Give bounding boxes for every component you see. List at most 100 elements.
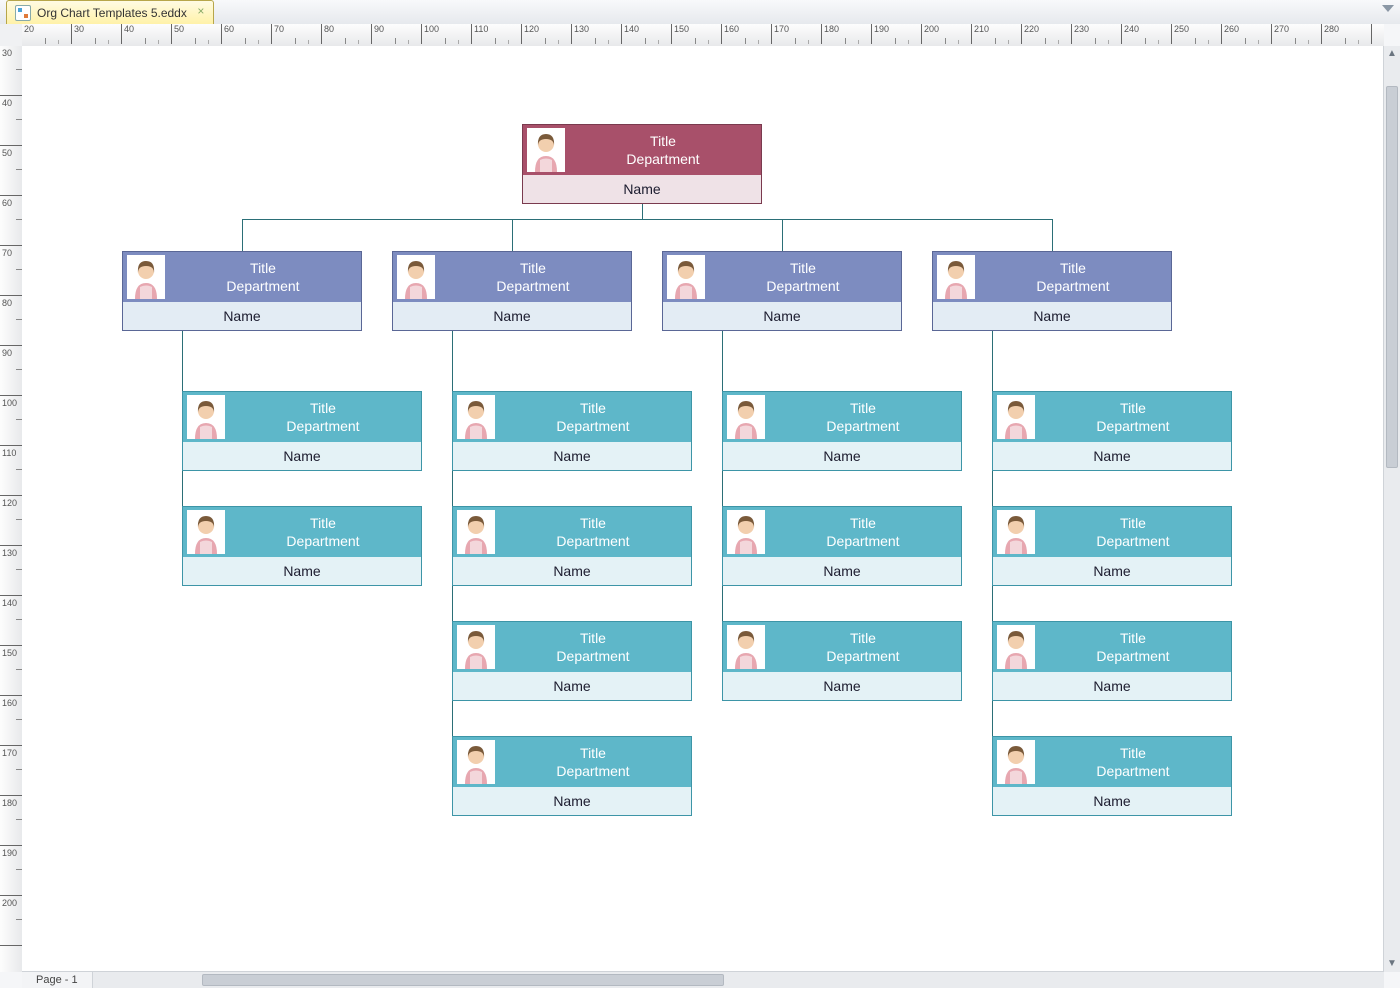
org-node-name: Name <box>393 302 631 330</box>
org-node-department: Department <box>495 762 691 780</box>
workspace: 2030405060708090100110120130140150160170… <box>0 24 1400 988</box>
org-node-title-block: TitleDepartment <box>165 259 361 295</box>
org-node-name: Name <box>453 787 691 815</box>
org-node[interactable]: TitleDepartmentName <box>992 736 1232 816</box>
canvas[interactable]: TitleDepartmentName TitleDepartmentName … <box>22 46 1384 972</box>
sheet-tab[interactable]: Page - 1 <box>22 972 93 988</box>
org-node[interactable]: TitleDepartmentName <box>182 506 422 586</box>
v-ruler-tick: 100 <box>0 396 22 446</box>
org-node-title-block: TitleDepartment <box>565 132 761 168</box>
h-ruler-tick: 270 <box>1272 24 1322 44</box>
h-ruler-tick: 240 <box>1122 24 1172 44</box>
org-node-title: Title <box>495 629 691 647</box>
connector-line <box>512 219 513 251</box>
avatar-icon <box>187 510 225 554</box>
h-ruler-tick: 50 <box>172 24 222 44</box>
org-node-header: TitleDepartment <box>993 507 1231 557</box>
org-node-name: Name <box>993 557 1231 585</box>
h-ruler-tick: 220 <box>1022 24 1072 44</box>
org-node-name: Name <box>183 442 421 470</box>
org-node[interactable]: TitleDepartmentName <box>452 391 692 471</box>
org-node-department: Department <box>165 277 361 295</box>
org-node[interactable]: TitleDepartmentName <box>992 391 1232 471</box>
connector-line <box>722 331 723 646</box>
org-node-department: Department <box>1035 532 1231 550</box>
avatar-icon <box>457 740 495 784</box>
h-ruler-tick: 210 <box>972 24 1022 44</box>
v-ruler-tick: 120 <box>0 496 22 546</box>
org-node[interactable]: TitleDepartmentName <box>452 736 692 816</box>
avatar-icon <box>937 255 975 299</box>
org-node-title: Title <box>975 259 1171 277</box>
document-icon <box>15 5 31 21</box>
org-node-name: Name <box>723 557 961 585</box>
org-node-title: Title <box>225 399 421 417</box>
org-node-avatar <box>457 740 495 784</box>
org-node[interactable]: TitleDepartmentName <box>992 506 1232 586</box>
org-node[interactable]: TitleDepartmentName <box>722 391 962 471</box>
org-node-department: Department <box>565 150 761 168</box>
org-node-avatar <box>997 510 1035 554</box>
org-node[interactable]: TitleDepartmentName <box>122 251 362 331</box>
v-ruler-tick: 50 <box>0 146 22 196</box>
org-node-department: Department <box>1035 762 1231 780</box>
scroll-down-arrow-icon[interactable]: ▼ <box>1384 956 1400 972</box>
v-ruler-tick: 130 <box>0 546 22 596</box>
org-node-avatar <box>527 128 565 172</box>
h-ruler-tick: 20 <box>22 24 72 44</box>
org-node[interactable]: TitleDepartmentName <box>932 251 1172 331</box>
document-tab-bar: Org Chart Templates 5.eddx × <box>0 0 1400 25</box>
org-node-title-block: TitleDepartment <box>975 259 1171 295</box>
canvas-viewport[interactable]: TitleDepartmentName TitleDepartmentName … <box>22 46 1384 972</box>
vertical-scroll-thumb[interactable] <box>1386 86 1398 468</box>
org-node[interactable]: TitleDepartmentName <box>452 621 692 701</box>
org-node[interactable]: TitleDepartment Name <box>392 251 632 331</box>
document-tab[interactable]: Org Chart Templates 5.eddx × <box>6 0 214 24</box>
org-node[interactable]: TitleDepartment Name <box>722 506 962 586</box>
org-node-avatar <box>997 395 1035 439</box>
org-node-department: Department <box>765 647 961 665</box>
horizontal-scrollbar[interactable]: Page - 1 <box>22 971 1384 988</box>
v-ruler-tick: 180 <box>0 796 22 846</box>
org-node-header: TitleDepartment <box>933 252 1171 302</box>
v-ruler-tick: 60 <box>0 196 22 246</box>
org-node[interactable]: TitleDepartmentName <box>722 621 962 701</box>
org-node-title-block: TitleDepartment <box>435 259 631 295</box>
org-node-header: TitleDepartment <box>723 622 961 672</box>
org-node-name: Name <box>453 442 691 470</box>
avatar-icon <box>727 395 765 439</box>
h-ruler-tick: 260 <box>1222 24 1272 44</box>
scroll-up-arrow-icon[interactable]: ▲ <box>1384 46 1400 62</box>
org-node[interactable]: TitleDepartmentName <box>662 251 902 331</box>
vertical-scrollbar[interactable]: ▲ ▼ <box>1383 46 1400 972</box>
org-node-department: Department <box>225 417 421 435</box>
org-node[interactable]: TitleDepartmentName <box>992 621 1232 701</box>
org-node-name: Name <box>453 672 691 700</box>
org-node[interactable]: TitleDepartmentName <box>452 506 692 586</box>
org-node-name: Name <box>523 175 761 203</box>
v-ruler-tick: 200 <box>0 896 22 946</box>
close-tab-button[interactable]: × <box>195 5 207 17</box>
org-node-header: TitleDepartment <box>183 507 421 557</box>
org-node[interactable]: TitleDepartment Name <box>522 124 762 204</box>
avatar-icon <box>187 395 225 439</box>
org-node-name: Name <box>993 787 1231 815</box>
avatar-icon <box>457 625 495 669</box>
org-node-header: TitleDepartment <box>183 392 421 442</box>
org-node-header: TitleDepartment <box>663 252 901 302</box>
horizontal-scroll-thumb[interactable] <box>202 974 724 986</box>
org-node-header: TitleDepartment <box>523 125 761 175</box>
org-node-title-block: TitleDepartment <box>495 514 691 550</box>
h-ruler-tick: 70 <box>272 24 322 44</box>
v-ruler-tick: 170 <box>0 746 22 796</box>
avatar-icon <box>997 740 1035 784</box>
org-node-title-block: TitleDepartment <box>765 514 961 550</box>
avatar-icon <box>127 255 165 299</box>
tab-overflow-button[interactable] <box>1382 5 1394 12</box>
org-node-avatar <box>727 625 765 669</box>
ruler-corner <box>0 24 23 47</box>
vertical-ruler: 3040506070809010011012013014015016017018… <box>0 46 23 972</box>
org-node[interactable]: TitleDepartmentName <box>182 391 422 471</box>
org-node-avatar <box>187 510 225 554</box>
v-ruler-tick: 70 <box>0 246 22 296</box>
